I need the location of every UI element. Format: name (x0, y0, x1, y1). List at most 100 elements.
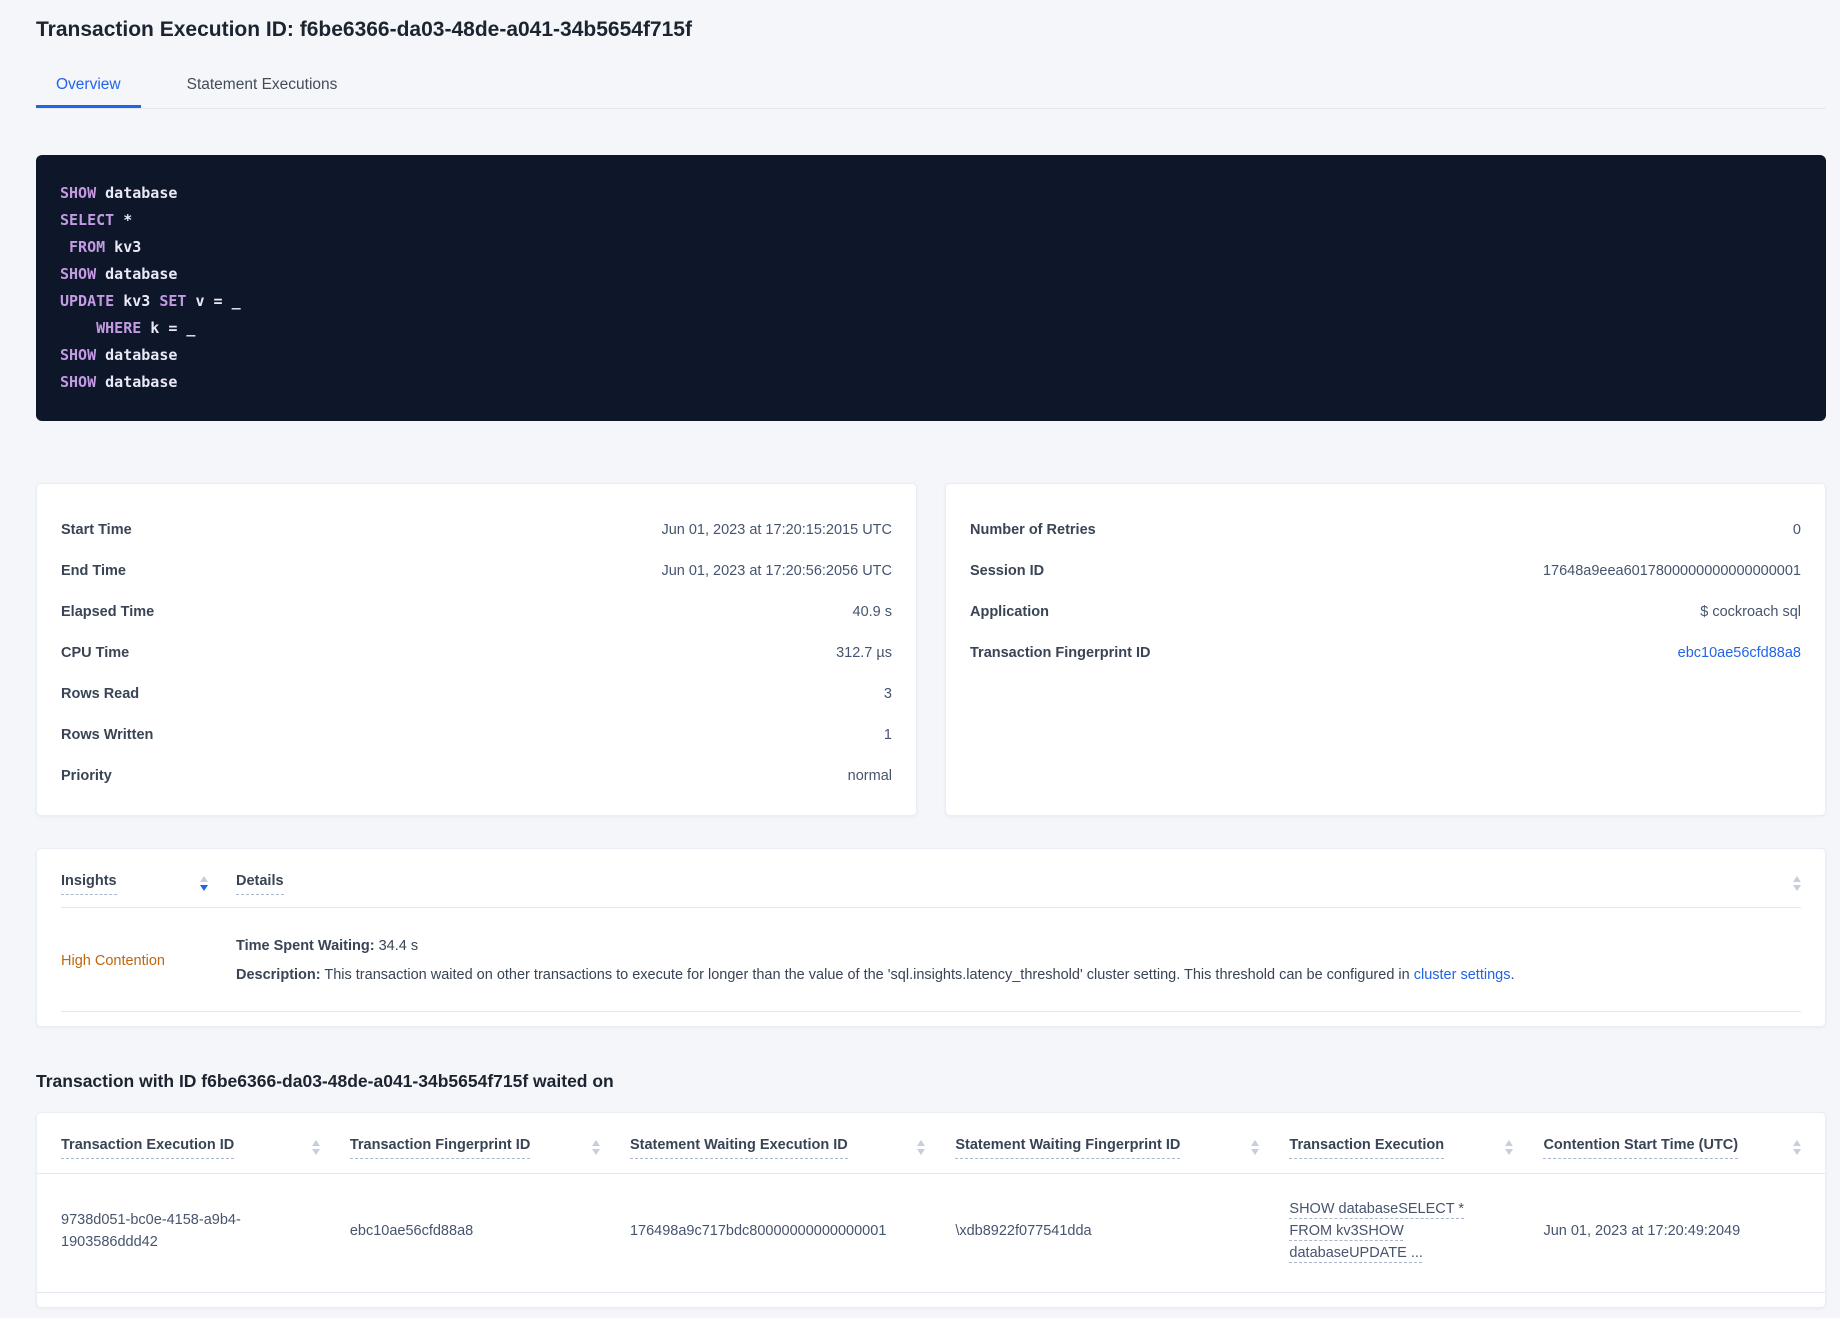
stat-value: $ cockroach sql (1700, 604, 1801, 620)
stat-row: Session ID 17648a9eea6017800000000000000… (970, 551, 1801, 592)
stat-label: End Time (61, 563, 126, 579)
tab-overview[interactable]: Overview (36, 68, 141, 108)
insights-header-cell: Insights (61, 873, 236, 895)
stat-value: Jun 01, 2023 at 17:20:15:2015 UTC (661, 522, 892, 538)
time-spent-waiting-value: 34.4 s (374, 938, 419, 954)
column-header-contention-start-time[interactable]: Contention Start Time (UTC) (1543, 1137, 1739, 1159)
insight-description: Description: This transaction waited on … (236, 964, 1801, 986)
stat-row: Number of Retries 0 (970, 510, 1801, 551)
insights-header-cell: Details (236, 873, 1801, 895)
insight-badge: High Contention (61, 952, 165, 969)
stat-row: CPU Time 312.7 µs (61, 633, 892, 674)
sql-line: FROM kv3 (60, 234, 1802, 261)
sort-icon[interactable] (1793, 873, 1801, 895)
sql-token: SHOW (60, 184, 97, 202)
stat-value: 3 (883, 686, 892, 702)
sort-icon[interactable] (1792, 1137, 1801, 1155)
cell-contention-start-time: Jun 01, 2023 at 17:20:49:2049 (1543, 1223, 1741, 1239)
transaction-execution-link[interactable]: SHOW databaseSELECT * FROM kv3SHOW datab… (1289, 1198, 1467, 1264)
stat-row: Priority normal (61, 756, 892, 797)
column-header-statement-waiting-fingerprint-id[interactable]: Statement Waiting Fingerprint ID (955, 1137, 1181, 1159)
description-period: . (1510, 967, 1515, 983)
sql-token: k = _ (141, 319, 196, 337)
sql-token: SHOW (60, 373, 97, 391)
sql-line: SELECT * (60, 207, 1802, 234)
stat-row: Start Time Jun 01, 2023 at 17:20:15:2015… (61, 510, 892, 551)
stat-label: Priority (61, 768, 112, 784)
stat-row: End Time Jun 01, 2023 at 17:20:56:2056 U… (61, 551, 892, 592)
header-cell: Transaction Fingerprint ID (349, 1137, 630, 1159)
cell-statement-waiting-execution-id: 176498a9c717bdc80000000000000001 (629, 1223, 887, 1239)
sql-line: SHOW database (60, 180, 1802, 207)
sql-token: SHOW (60, 346, 97, 364)
sort-icon[interactable] (591, 1137, 600, 1155)
stat-label: Start Time (61, 522, 132, 538)
transaction-fingerprint-link[interactable]: ebc10ae56cfd88a8 (1678, 643, 1801, 664)
stat-value: 0 (1792, 522, 1801, 538)
sql-token: v = _ (186, 292, 241, 310)
column-header-insights[interactable]: Insights (61, 873, 117, 895)
sort-icon[interactable] (1251, 1137, 1260, 1155)
insights-card: Insights Details High Contention Time Sp… (36, 848, 1826, 1027)
sql-token: SET (159, 292, 187, 310)
sql-line: SHOW database (60, 342, 1802, 369)
stat-row: Rows Written 1 (61, 715, 892, 756)
stat-label: Transaction Fingerprint ID (970, 645, 1151, 661)
stat-value: Jun 01, 2023 at 17:20:56:2056 UTC (661, 563, 892, 579)
stat-label: Rows Written (61, 727, 154, 743)
sql-token: SHOW (60, 265, 97, 283)
summary-cards-row: Start Time Jun 01, 2023 at 17:20:15:2015… (36, 483, 1826, 816)
stat-row: Elapsed Time 40.9 s (61, 592, 892, 633)
page-title: Transaction Execution ID: f6be6366-da03-… (36, 18, 692, 41)
time-spent-waiting-label: Time Spent Waiting: (236, 938, 375, 954)
insights-table-header: Insights Details (61, 873, 1801, 895)
stat-row: Transaction Fingerprint ID ebc10ae56cfd8… (970, 633, 1801, 674)
sort-icon[interactable] (311, 1137, 320, 1155)
stat-value: 1 (883, 727, 892, 743)
stat-row: Application $ cockroach sql (970, 592, 1801, 633)
sql-token: database (96, 265, 178, 283)
sql-token: database (96, 373, 178, 391)
stat-value: 312.7 µs (836, 645, 892, 661)
sql-token: kv3 (105, 238, 142, 256)
sql-token: UPDATE (60, 292, 115, 310)
waited-on-table-card: Transaction Execution ID Transaction Fin… (36, 1112, 1826, 1308)
header-cell: Transaction Execution ID (61, 1137, 350, 1159)
column-header-transaction-execution-id[interactable]: Transaction Execution ID (61, 1137, 235, 1159)
time-spent-waiting: Time Spent Waiting: 34.4 s (236, 935, 1801, 957)
cell-transaction-execution: SHOW databaseSELECT * FROM kv3SHOW datab… (1289, 1198, 1543, 1264)
tab-statement-executions[interactable]: Statement Executions (167, 68, 358, 108)
transaction-details-page: Transaction Execution ID: f6be6366-da03-… (0, 0, 1840, 1308)
sort-icon[interactable] (200, 873, 208, 895)
stat-label: Elapsed Time (61, 604, 155, 620)
sql-token: SELECT (60, 211, 115, 229)
stat-value: 17648a9eea6017800000000000000001 (1542, 563, 1801, 579)
sort-icon[interactable] (1505, 1137, 1514, 1155)
sql-token: database (96, 184, 178, 202)
cell-transaction-fingerprint-id: ebc10ae56cfd88a8 (349, 1223, 474, 1239)
column-header-details[interactable]: Details (236, 873, 284, 895)
description-text: This transaction waited on other transac… (320, 967, 1414, 983)
stat-label: Application (970, 604, 1049, 620)
cell-statement-waiting-fingerprint-id: \xdb8922f077541dda (955, 1223, 1092, 1239)
cluster-settings-link[interactable]: cluster settings (1414, 967, 1511, 983)
sql-token: database (96, 346, 178, 364)
header-cell: Transaction Execution (1289, 1137, 1543, 1159)
stat-label: Session ID (970, 563, 1045, 579)
tab-bar: Overview Statement Executions (36, 68, 1826, 109)
insight-row: High Contention Time Spent Waiting: 34.4… (61, 908, 1801, 1012)
stat-label: CPU Time (61, 645, 130, 661)
column-header-transaction-execution[interactable]: Transaction Execution (1289, 1137, 1445, 1159)
insight-details: Time Spent Waiting: 34.4 s Description: … (236, 935, 1801, 986)
sql-line: SHOW database (60, 261, 1802, 288)
cell-transaction-execution-id: 9738d051-bc0e-4158-a9b4-1903586ddd42 (61, 1212, 241, 1250)
table-row: 9738d051-bc0e-4158-a9b4-1903586ddd42 ebc… (37, 1174, 1825, 1293)
stat-value: 40.9 s (852, 604, 893, 620)
column-header-transaction-fingerprint-id[interactable]: Transaction Fingerprint ID (349, 1137, 531, 1159)
column-header-statement-waiting-execution-id[interactable]: Statement Waiting Execution ID (629, 1137, 848, 1159)
sql-line: SHOW database (60, 369, 1802, 396)
stat-label: Rows Read (61, 686, 140, 702)
sql-line: UPDATE kv3 SET v = _ (60, 288, 1802, 315)
stat-label: Number of Retries (970, 522, 1096, 538)
sort-icon[interactable] (917, 1137, 926, 1155)
